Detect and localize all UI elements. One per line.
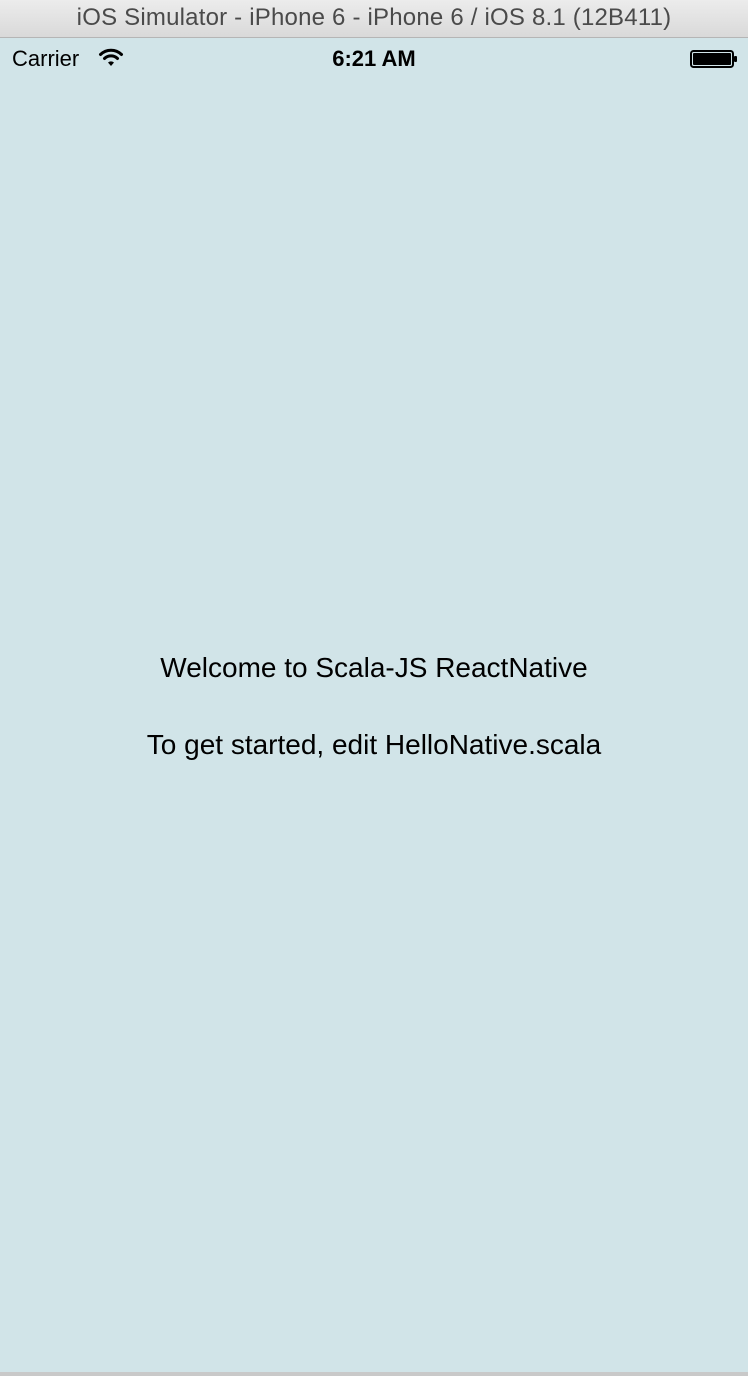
window-title: iOS Simulator - iPhone 6 - iPhone 6 / iO… [0,0,748,38]
window-bottom-edge [0,1372,748,1376]
status-time: 6:21 AM [332,46,416,71]
simulator-window: iOS Simulator - iPhone 6 - iPhone 6 / iO… [0,0,748,1376]
main-content: Welcome to Scala-JS ReactNative To get s… [0,650,748,763]
instructions-text: To get started, edit HelloNative.scala [146,729,602,760]
battery-icon [690,50,737,68]
welcome-text: Welcome to Scala-JS ReactNative [160,652,588,683]
phone-screen: Carrier 6:21 AM Welcome to Scala-JS Reac… [0,38,748,1372]
status-bar: Carrier 6:21 AM [0,38,748,78]
